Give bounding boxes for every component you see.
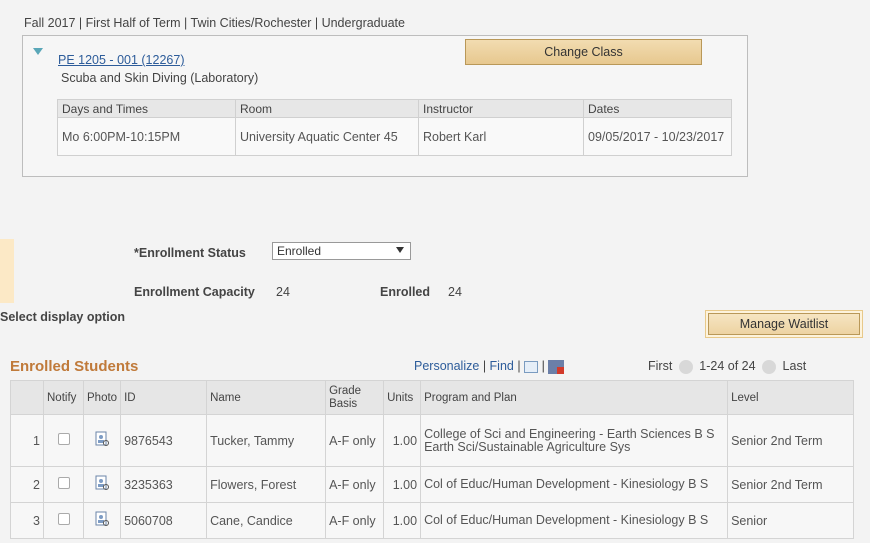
col-dates: Dates xyxy=(583,99,732,118)
row-index: 1 xyxy=(10,414,44,467)
row-index: 3 xyxy=(10,502,44,539)
col-program-plan: Program and Plan xyxy=(420,380,729,415)
level: Senior xyxy=(727,502,854,539)
meeting-dates: 09/05/2017 - 10/23/2017 xyxy=(583,117,732,156)
col-index xyxy=(10,380,44,415)
class-title: Scuba and Skin Diving (Laboratory) xyxy=(61,71,259,85)
download-excel-icon[interactable] xyxy=(548,359,565,374)
col-units: Units xyxy=(383,380,422,415)
enrollment-status-value: Enrolled xyxy=(277,244,322,258)
col-photo: Photo xyxy=(82,380,122,415)
col-level: Level xyxy=(727,380,854,415)
photo-icon[interactable] xyxy=(95,511,110,527)
student-name-link[interactable]: Flowers, Forest xyxy=(206,466,327,503)
next-icon[interactable] xyxy=(762,359,777,374)
grid-toolbar: Personalize | Find | | xyxy=(414,359,565,374)
enrollment-capacity-value: 24 xyxy=(276,285,290,299)
program-plan: Col of Educ/Human Development - Kinesiol… xyxy=(420,502,729,539)
first-label[interactable]: First xyxy=(648,359,672,373)
find-link[interactable]: Find xyxy=(490,359,514,373)
personalize-link[interactable]: Personalize xyxy=(414,359,479,373)
meeting-room: University Aquatic Center 45 xyxy=(235,117,419,156)
student-id: 3235363 xyxy=(120,466,208,503)
term-header: Fall 2017 | First Half of Term | Twin Ci… xyxy=(24,16,405,30)
level: Senior 2nd Term xyxy=(727,466,854,503)
collapse-triangle-icon[interactable] xyxy=(33,48,43,55)
pagination: First 1-24 of 24 Last xyxy=(648,359,806,374)
manage-waitlist-focus: Manage Waitlist xyxy=(705,310,863,338)
grid-title: Enrolled Students xyxy=(10,358,139,375)
class-info-box: PE 1205 - 001 (12267) Scuba and Skin Div… xyxy=(22,35,748,177)
col-instructor: Instructor xyxy=(418,99,584,118)
units: 1.00 xyxy=(383,502,422,539)
col-days-times: Days and Times xyxy=(57,99,236,118)
row-index: 2 xyxy=(10,466,44,503)
page-range: 1-24 of 24 xyxy=(699,359,756,373)
program-plan: College of Sci and Engineering - Earth S… xyxy=(420,414,729,467)
col-room: Room xyxy=(235,99,419,118)
view-all-icon[interactable] xyxy=(524,360,539,373)
meeting-days-times: Mo 6:00PM-10:15PM xyxy=(57,117,236,156)
enrolled-label: Enrolled xyxy=(380,285,431,299)
col-id: ID xyxy=(120,380,208,415)
enrollment-capacity-label: Enrollment Capacity xyxy=(134,285,255,299)
side-marker xyxy=(0,239,14,303)
change-class-button[interactable]: Change Class xyxy=(465,39,702,65)
last-label[interactable]: Last xyxy=(783,359,807,373)
student-name-link[interactable]: Cane, Candice xyxy=(206,502,327,539)
class-link[interactable]: PE 1205 - 001 (12267) xyxy=(58,53,184,67)
col-name: Name xyxy=(206,380,327,415)
notify-checkbox[interactable] xyxy=(57,433,70,445)
enrolled-students-table: Notify Photo ID Name Grade Basis Units P… xyxy=(10,380,854,539)
units: 1.00 xyxy=(383,414,422,467)
col-notify: Notify xyxy=(43,380,84,415)
meeting-instructor: Robert Karl xyxy=(418,117,584,156)
notify-checkbox[interactable] xyxy=(57,477,70,489)
previous-icon[interactable] xyxy=(678,359,693,374)
photo-icon[interactable] xyxy=(95,431,110,447)
dropdown-arrow-icon xyxy=(396,247,404,253)
notify-checkbox[interactable] xyxy=(57,513,70,525)
student-id: 9876543 xyxy=(120,414,208,467)
enrollment-status-label: *Enrollment Status xyxy=(134,246,246,260)
grade-basis: A-F only xyxy=(325,414,385,467)
col-grade-basis: Grade Basis xyxy=(325,380,385,415)
enrolled-value: 24 xyxy=(448,285,462,299)
grade-basis: A-F only xyxy=(325,466,385,503)
enrollment-status-select[interactable]: Enrolled xyxy=(272,242,411,260)
level: Senior 2nd Term xyxy=(727,414,854,467)
photo-icon[interactable] xyxy=(95,475,110,491)
manage-waitlist-button[interactable]: Manage Waitlist xyxy=(708,313,860,335)
meeting-table: Days and Times Room Instructor Dates Mo … xyxy=(57,99,732,156)
program-plan: Col of Educ/Human Development - Kinesiol… xyxy=(420,466,729,503)
student-id: 5060708 xyxy=(120,502,208,539)
display-option-label: Select display option xyxy=(0,310,126,324)
student-name-link[interactable]: Tucker, Tammy xyxy=(206,414,327,467)
grade-basis: A-F only xyxy=(325,502,385,539)
units: 1.00 xyxy=(383,466,422,503)
